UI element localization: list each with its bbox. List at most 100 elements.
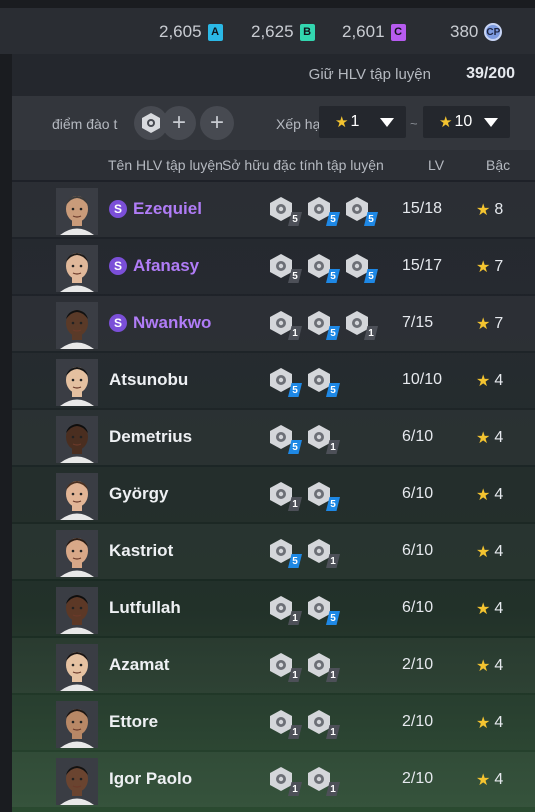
training-trait[interactable]: 1 <box>268 709 302 739</box>
training-trait[interactable]: 1 <box>306 424 340 454</box>
training-trait[interactable]: 5 <box>306 595 340 625</box>
coach-name-wrap: György <box>109 484 169 504</box>
coach-row[interactable]: Atsunobu 5 5 10/10 ★ 4 <box>12 353 535 408</box>
training-trait[interactable]: 5 <box>306 310 340 340</box>
header-name[interactable]: Tên HLV tập luyện <box>108 157 223 173</box>
cp-coin-icon: CP <box>484 23 503 41</box>
header-grade[interactable]: Bậc <box>486 157 510 173</box>
currency-b: 2,625 B <box>251 22 315 42</box>
add-filter-button-2[interactable]: + <box>200 106 234 140</box>
training-trait[interactable]: 1 <box>344 310 378 340</box>
coach-row[interactable]: Igor Paolo 1 1 2/10 ★ 4 <box>12 752 535 807</box>
currency-c-icon: C <box>390 23 406 41</box>
training-trait[interactable]: 5 <box>268 253 302 283</box>
training-trait[interactable]: 5 <box>344 196 378 226</box>
star-icon: ★ <box>439 114 453 131</box>
training-point-filter-label: điểm đào t <box>52 116 118 132</box>
coach-traits: 51 <box>268 538 340 568</box>
training-trait[interactable]: 1 <box>268 481 302 511</box>
coach-traits: 11 <box>268 766 340 796</box>
coach-level: 6/10 <box>402 542 434 559</box>
coach-name: György <box>109 484 169 503</box>
coach-avatar <box>56 644 98 691</box>
coach-name-wrap: Kastriot <box>109 541 173 561</box>
coach-row[interactable]: S Nwankwo 1 5 1 7/15 ★ 7 <box>12 296 535 351</box>
coach-name: Kastriot <box>109 541 174 560</box>
coach-name-wrap: S Afanasy <box>109 256 199 276</box>
range-separator: ~ <box>410 116 418 131</box>
training-trait[interactable]: 1 <box>268 310 302 340</box>
training-trait[interactable]: 1 <box>306 766 340 796</box>
min-rank-dropdown[interactable]: ★ 1 <box>319 106 406 138</box>
coach-row[interactable]: György 1 5 6/10 ★ 4 <box>12 467 535 522</box>
currency-c-value: 2,601 <box>342 22 385 41</box>
trait-gear-icon <box>142 113 160 133</box>
training-trait[interactable]: 1 <box>306 709 340 739</box>
star-icon: ★ <box>476 202 491 219</box>
coach-level: 10/10 <box>402 371 443 388</box>
coach-avatar <box>56 473 98 520</box>
coach-grade: ★ 7 <box>476 257 503 277</box>
max-rank-dropdown[interactable]: ★ 10 <box>423 106 510 138</box>
coach-row[interactable]: Ettore 1 1 2/10 ★ 4 <box>12 695 535 750</box>
training-trait[interactable]: 1 <box>268 766 302 796</box>
training-trait[interactable]: 1 <box>268 595 302 625</box>
star-icon: ★ <box>476 316 491 333</box>
coach-row[interactable]: Azamat 1 1 2/10 ★ 4 <box>12 638 535 693</box>
coach-grade-value: 8 <box>494 201 504 218</box>
star-icon: ★ <box>476 487 491 504</box>
training-trait[interactable]: 1 <box>306 538 340 568</box>
coach-avatar <box>56 359 98 406</box>
coach-traits: 51 <box>268 424 340 454</box>
header-lv[interactable]: LV <box>428 157 444 173</box>
coach-name: Nwankwo <box>133 313 212 332</box>
coach-avatar <box>56 701 98 748</box>
coach-level: 2/10 <box>402 656 434 673</box>
coach-level: 2/10 <box>402 770 434 787</box>
coach-traits: 555 <box>268 196 378 226</box>
star-icon: ★ <box>335 114 349 131</box>
training-trait[interactable]: 5 <box>268 196 302 226</box>
top-strip <box>0 0 535 8</box>
coach-grade-value: 4 <box>494 543 504 560</box>
coach-row[interactable]: S Afanasy 5 5 5 15/17 ★ 7 <box>12 239 535 294</box>
training-trait[interactable]: 5 <box>268 367 302 397</box>
coach-grade-value: 7 <box>494 258 504 275</box>
currency-cp: 380 CP <box>450 22 503 42</box>
coach-level: 6/10 <box>402 428 434 445</box>
training-trait[interactable]: 5 <box>306 253 340 283</box>
coach-traits: 55 <box>268 367 340 397</box>
training-trait[interactable]: 1 <box>268 652 302 682</box>
chevron-down-icon <box>484 118 498 127</box>
coach-row[interactable]: Demetrius 5 1 6/10 ★ 4 <box>12 410 535 465</box>
currency-c: 2,601 C <box>342 22 406 42</box>
left-edge <box>0 54 12 812</box>
training-trait[interactable]: 5 <box>306 196 340 226</box>
currency-bar: 2,605 A 2,625 B 2,601 C 380 CP <box>0 0 535 54</box>
special-s-icon: S <box>109 314 127 332</box>
training-trait[interactable]: 5 <box>306 367 340 397</box>
coach-grade-value: 4 <box>494 771 504 788</box>
coach-grade: ★ 8 <box>476 200 503 220</box>
coach-grade: ★ 4 <box>476 428 503 448</box>
coach-name-wrap: S Nwankwo <box>109 313 211 333</box>
currency-a-icon: A <box>207 23 223 41</box>
chevron-down-icon <box>380 118 394 127</box>
training-trait[interactable]: 5 <box>268 538 302 568</box>
star-icon: ★ <box>476 658 491 675</box>
coach-row[interactable]: Kastriot 5 1 6/10 ★ 4 <box>12 524 535 579</box>
coach-row[interactable]: S Ezequiel 5 5 5 15/18 ★ 8 <box>12 182 535 237</box>
coach-avatar <box>56 302 98 349</box>
training-trait[interactable]: 5 <box>344 253 378 283</box>
add-filter-button-1[interactable]: + <box>162 106 196 140</box>
coach-row[interactable]: Lutfullah 1 5 6/10 ★ 4 <box>12 581 535 636</box>
coach-grade-value: 4 <box>494 486 504 503</box>
training-trait[interactable]: 1 <box>306 652 340 682</box>
training-trait[interactable]: 5 <box>268 424 302 454</box>
star-icon: ★ <box>476 430 491 447</box>
coach-name-wrap: Demetrius <box>109 427 192 447</box>
training-trait[interactable]: 5 <box>306 481 340 511</box>
coach-grade: ★ 4 <box>476 770 503 790</box>
coach-avatar <box>56 188 98 235</box>
special-s-icon: S <box>109 257 127 275</box>
